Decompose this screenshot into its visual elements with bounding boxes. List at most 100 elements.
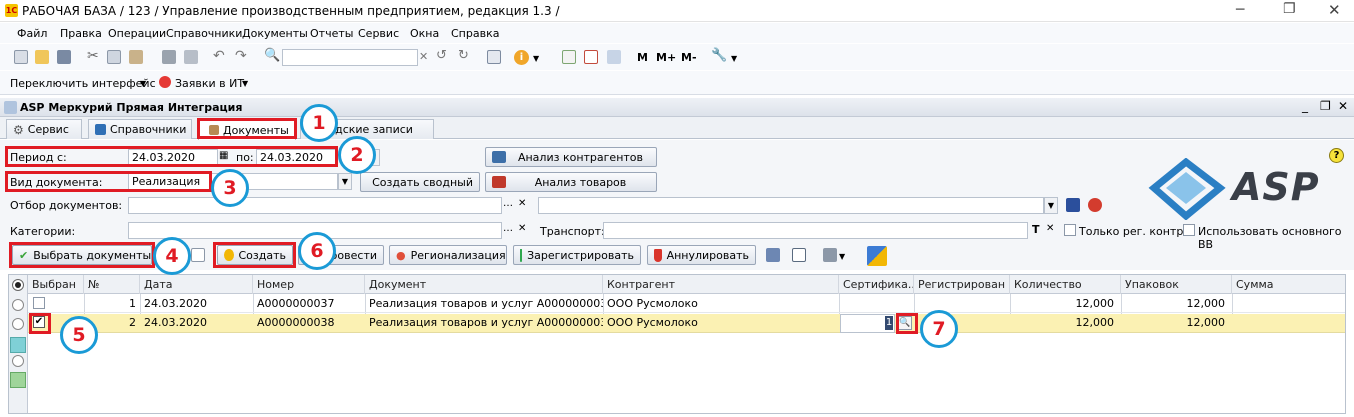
menu-file[interactable]: Файл <box>17 27 47 40</box>
search-icon: 🔍 <box>264 48 281 63</box>
switch-interface-dropdown-icon[interactable]: ▼ <box>140 79 146 88</box>
trash-icon[interactable] <box>766 248 780 262</box>
row-radio-icon[interactable] <box>12 299 24 311</box>
col-certificate[interactable]: Сертифика... <box>839 275 914 294</box>
copy-icon[interactable] <box>107 50 121 64</box>
sub-restore-icon[interactable]: ❐ <box>1320 99 1331 113</box>
filter-dropdown-icon[interactable]: ▼ <box>1044 197 1058 214</box>
windows-icon[interactable] <box>487 50 501 64</box>
sub-minimize-icon[interactable]: _ <box>1302 99 1308 113</box>
save-icon[interactable] <box>57 50 71 64</box>
undo-icon[interactable]: ↶ <box>213 48 225 64</box>
copy-list-icon[interactable] <box>191 248 205 262</box>
help-icon[interactable]: ? <box>1329 148 1344 163</box>
calculator-icon[interactable] <box>562 50 576 64</box>
calendar-icon[interactable] <box>584 50 598 64</box>
menu-help[interactable]: Справка <box>451 27 499 40</box>
col-num[interactable]: № <box>84 275 140 294</box>
preview-icon[interactable] <box>184 50 198 64</box>
window-title: РАБОЧАЯ БАЗА / 123 / Управление производ… <box>22 4 560 18</box>
delete-filter-icon[interactable] <box>1088 198 1102 212</box>
printer-icon[interactable] <box>823 248 837 262</box>
minimize-icon[interactable]: ─ <box>1236 2 1244 18</box>
col-sum[interactable]: Сумма <box>1232 275 1345 294</box>
memory-minus-button[interactable]: M- <box>681 51 697 64</box>
tab-service-label: Сервис <box>27 123 69 136</box>
print-icon[interactable] <box>162 50 176 64</box>
transport-field[interactable] <box>603 222 1028 239</box>
cut-icon[interactable]: ✂ <box>87 48 99 64</box>
col-number[interactable]: Номер <box>253 275 365 294</box>
transport-type-button[interactable]: T <box>1032 223 1040 236</box>
analysis-contractors-button[interactable]: Анализ контрагентов <box>485 147 657 167</box>
col-selected[interactable]: Выбран <box>28 275 84 294</box>
analysis-goods-button[interactable]: Анализ товаров <box>485 172 657 192</box>
info-icon[interactable]: i <box>514 50 529 65</box>
catalog-icon <box>95 124 106 135</box>
switch-interface-button[interactable]: Переключить интерфейс <box>10 77 156 90</box>
find-prev-icon[interactable]: ↺ <box>436 48 447 63</box>
row-radio-icon[interactable] <box>12 318 24 330</box>
register-button[interactable]: Зарегистрировать <box>513 245 641 265</box>
categories-clear-icon[interactable]: ✕ <box>518 223 526 234</box>
regionalize-button[interactable]: ● Регионализация <box>389 245 507 265</box>
new-doc-icon[interactable] <box>14 50 28 64</box>
redo-icon[interactable]: ↷ <box>235 48 247 64</box>
eraser-icon[interactable] <box>792 248 806 262</box>
users-icon[interactable] <box>607 50 621 64</box>
menu-windows[interactable]: Окна <box>410 27 439 40</box>
tab-service[interactable]: ⚙ Сервис <box>6 119 82 139</box>
memory-button[interactable]: M <box>637 51 648 64</box>
save-filter-icon[interactable] <box>1066 198 1080 212</box>
menu-reports[interactable]: Отчеты <box>310 27 353 40</box>
col-contractor[interactable]: Контрагент <box>603 275 839 294</box>
doc-filter-clear-icon[interactable]: ✕ <box>518 198 526 209</box>
menu-catalogs[interactable]: Справочники <box>166 27 242 40</box>
doc-filter-select-icon[interactable]: … <box>503 198 513 209</box>
menu-service[interactable]: Сервис <box>358 27 399 40</box>
paste-icon[interactable] <box>129 50 143 64</box>
use-main-label: Использовать основного ВВ <box>1198 225 1342 251</box>
only-reg-checkbox[interactable] <box>1064 224 1076 236</box>
cart-icon <box>492 176 506 188</box>
memory-plus-button[interactable]: M+ <box>656 51 676 64</box>
open-folder-icon[interactable] <box>35 50 49 64</box>
search-clear-icon[interactable]: ✕ <box>419 50 428 63</box>
doc-filter-field[interactable] <box>128 197 502 214</box>
use-main-checkbox[interactable] <box>1183 224 1195 236</box>
doc-type-dropdown-icon[interactable]: ▼ <box>338 173 352 190</box>
info-dropdown-icon[interactable]: ▼ <box>533 54 539 63</box>
row-checkbox[interactable] <box>33 297 45 309</box>
search-input[interactable] <box>282 49 418 66</box>
it-requests-button[interactable]: Заявки в ИТ <box>175 77 244 90</box>
row-number: А0000000037 <box>257 297 335 310</box>
categories-select-icon[interactable]: … <box>503 223 513 234</box>
restore-icon[interactable]: ❐ <box>1283 1 1296 17</box>
menu-edit[interactable]: Правка <box>60 27 102 40</box>
row-radio-icon[interactable] <box>12 355 24 367</box>
doc-filter-select-2[interactable] <box>538 197 1044 214</box>
col-packs[interactable]: Упаковок <box>1121 275 1232 294</box>
annul-button[interactable]: Аннулировать <box>647 245 756 265</box>
tab-catalogs[interactable]: Справочники <box>88 119 192 139</box>
annotation-box-select-docs <box>9 242 155 268</box>
close-icon[interactable]: ✕ <box>1328 1 1341 19</box>
print-dropdown-icon[interactable]: ▼ <box>839 252 845 261</box>
col-document[interactable]: Документ <box>365 275 603 294</box>
col-date[interactable]: Дата <box>140 275 253 294</box>
menu-operations[interactable]: Операции <box>108 27 166 40</box>
create-summary-button[interactable]: Создать сводный <box>360 172 480 192</box>
find-next-icon[interactable]: ↻ <box>458 48 469 63</box>
row-quantity: 12,000 <box>1075 316 1115 329</box>
sub-close-icon[interactable]: ✕ <box>1338 99 1348 113</box>
transport-clear-icon[interactable]: ✕ <box>1046 223 1054 234</box>
tools-dropdown-icon[interactable]: ▼ <box>731 54 737 63</box>
col-registered[interactable]: Регистрирован <box>914 275 1010 294</box>
exchange-icon[interactable] <box>867 246 887 266</box>
menu-documents[interactable]: Документы <box>242 27 308 40</box>
col-quantity[interactable]: Количество <box>1010 275 1121 294</box>
alarm-icon <box>159 76 171 88</box>
header-radio-icon[interactable] <box>12 279 24 291</box>
it-requests-dropdown-icon[interactable]: ▼ <box>242 79 248 88</box>
settings-tools-icon[interactable]: 🔧 <box>711 48 727 63</box>
